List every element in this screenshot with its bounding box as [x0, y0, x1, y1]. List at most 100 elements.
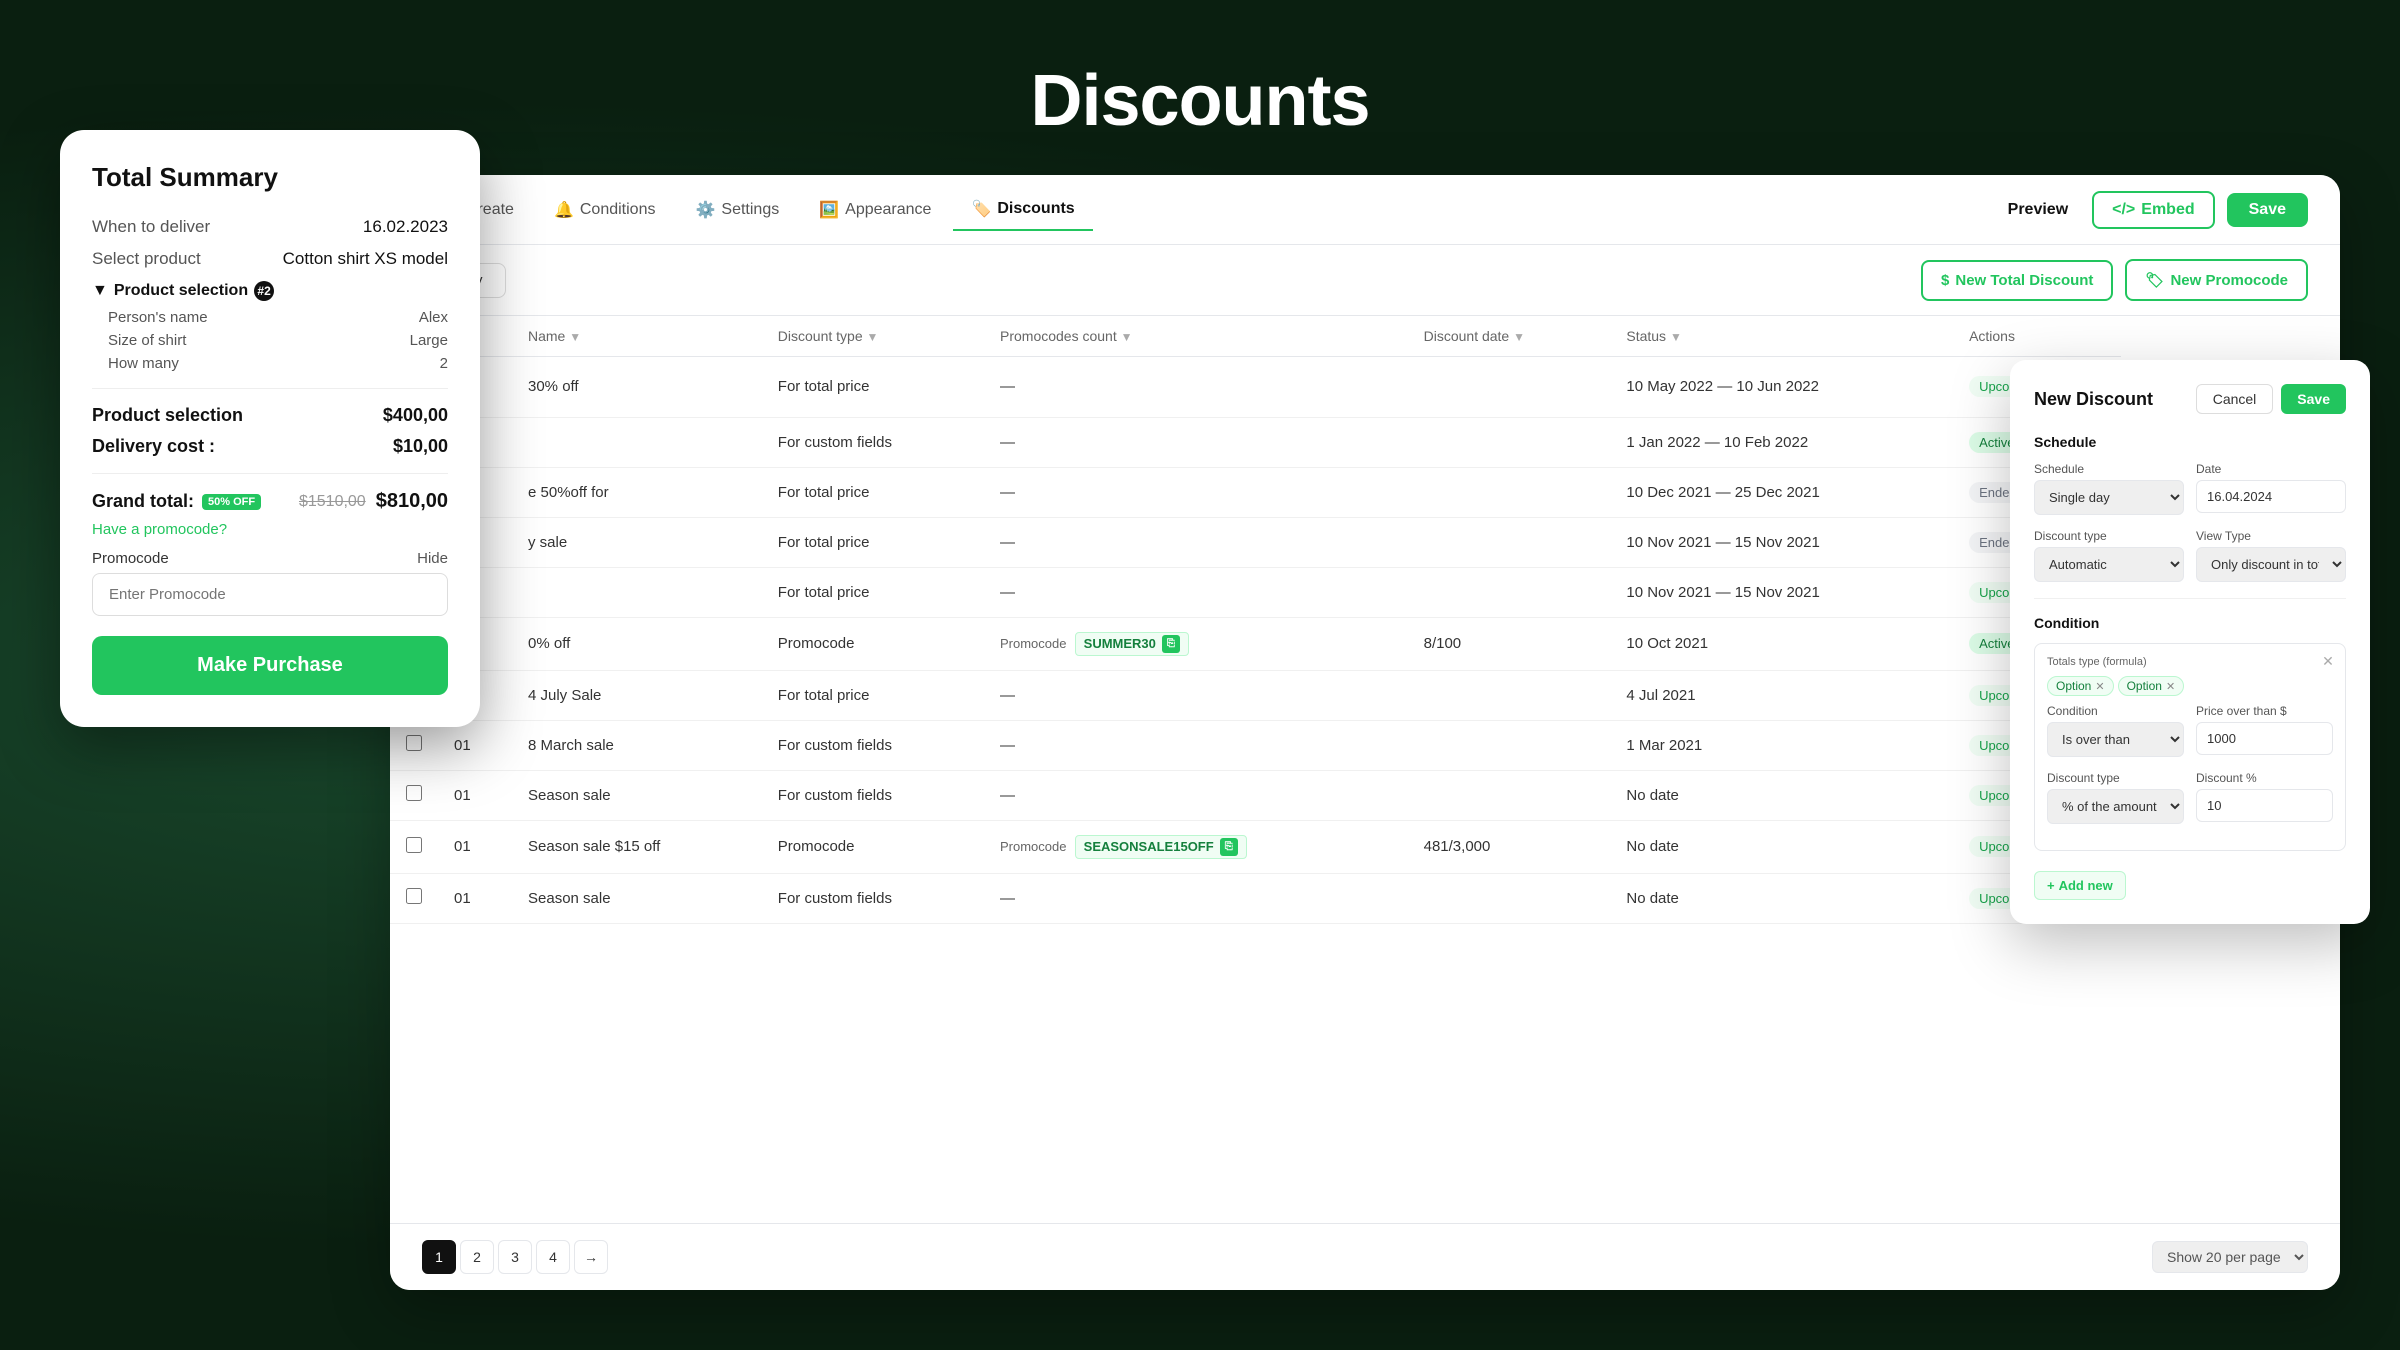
chevron-down-icon: ▼ [92, 282, 108, 300]
totals-type-label: Totals type (formula) [2047, 656, 2333, 668]
embed-button[interactable]: </> Embed [2092, 191, 2214, 229]
promo-cell: — [984, 770, 1408, 820]
schedule-label: Schedule [2034, 462, 2184, 476]
row-checkbox[interactable] [406, 837, 422, 853]
row-name: Season sale $15 off [512, 820, 762, 873]
row-date: 1 Mar 2021 [1610, 720, 1953, 770]
row-type: For custom fields [762, 720, 984, 770]
grand-total-row: Grand total: 50% OFF $1510,00 $810,00 [92, 490, 448, 513]
page-1-btn[interactable]: 1 [422, 1240, 456, 1274]
add-new-button[interactable]: + Add new [2034, 871, 2126, 900]
row-checkbox[interactable] [406, 735, 422, 751]
price-input[interactable] [2196, 722, 2333, 755]
copy-icon[interactable]: ⎘ [1162, 635, 1180, 653]
sub-label-quantity: How many [108, 355, 179, 372]
page-2-btn[interactable]: 2 [460, 1240, 494, 1274]
new-promocode-button[interactable]: 🏷 New Promocode [2125, 259, 2308, 301]
next-page-btn[interactable]: → [574, 1240, 608, 1274]
tab-settings[interactable]: ⚙️ Settings [677, 190, 797, 230]
delivery-cost-label: Delivery cost : [92, 436, 215, 457]
page-4-btn[interactable]: 4 [536, 1240, 570, 1274]
promocode-link[interactable]: Have a promocode? [92, 521, 448, 538]
row-date: 10 Dec 2021 — 25 Dec 2021 [1610, 467, 1953, 517]
modal-save-button[interactable]: Save [2281, 384, 2346, 414]
row-name: 4 July Sale [512, 670, 762, 720]
promo-cell: — [984, 670, 1408, 720]
discount-type-select[interactable]: Automatic Manual [2034, 547, 2184, 582]
sub-row-size: Size of shirt Large [92, 332, 448, 349]
promo-count-cell: 8/100 [1408, 617, 1611, 670]
sub-row-quantity: How many 2 [92, 355, 448, 372]
row-num: 01 [438, 873, 512, 923]
condition-select[interactable]: Is over than Is less than Is equal to [2047, 722, 2184, 757]
plus-icon: + [2047, 878, 2055, 893]
final-price: $810,00 [376, 490, 448, 513]
type-row: Discount type Automatic Manual View Type… [2034, 529, 2346, 582]
tab-appearance-label: Appearance [845, 201, 931, 219]
preview-button[interactable]: Preview [1988, 193, 2088, 227]
sub-value-quantity: 2 [440, 355, 448, 372]
promocode-hide-btn[interactable]: Hide [417, 550, 448, 567]
modal-cancel-button[interactable]: Cancel [2196, 384, 2274, 414]
when-to-deliver-value: 16.02.2023 [363, 217, 448, 237]
condition-close-btn[interactable]: ✕ [2319, 652, 2337, 670]
delivery-cost-row: Delivery cost : $10,00 [92, 436, 448, 457]
discount-pct-label: Discount % [2196, 771, 2333, 785]
sub-label-name: Person's name [108, 309, 208, 326]
row-name: 30% off [512, 357, 762, 418]
tab-discounts[interactable]: 🏷️ Discounts [953, 189, 1092, 231]
date-label: Date [2196, 462, 2346, 476]
discount-type2-select[interactable]: % of the amount Fixed amount [2047, 789, 2184, 824]
tab-conditions-label: Conditions [580, 201, 656, 219]
row-date: 10 Oct 2021 [1610, 617, 1953, 670]
select-product-label: Select product [92, 249, 201, 269]
new-total-discount-button[interactable]: $ New Total Discount [1921, 260, 2113, 301]
dollar-icon: $ [1941, 272, 1949, 289]
view-type-select[interactable]: Only discount in total Show full price [2196, 547, 2346, 582]
tab-conditions[interactable]: 🔔 Conditions [536, 190, 674, 230]
promo-count-cell [1408, 720, 1611, 770]
new-promocode-label: New Promocode [2170, 272, 2288, 289]
row-checkbox[interactable] [406, 785, 422, 801]
select-product-value: Cotton shirt XS model [283, 249, 448, 269]
condition-box: ✕ Totals type (formula) Option ✕ Option … [2034, 643, 2346, 851]
row-name: Season sale [512, 873, 762, 923]
row-checkbox[interactable] [406, 888, 422, 904]
schedule-select[interactable]: Single day Date range [2034, 480, 2184, 515]
when-to-deliver-row: When to deliver 16.02.2023 [92, 217, 448, 237]
row-date: No date [1610, 873, 1953, 923]
price-group: Price over than $ [2196, 704, 2333, 757]
tag-1-remove-btn[interactable]: ✕ [2095, 680, 2104, 693]
row-date: No date [1610, 770, 1953, 820]
product-price-value: $400,00 [383, 405, 448, 426]
tab-settings-label: Settings [721, 201, 779, 219]
promocode-input[interactable] [92, 573, 448, 616]
tag-2-remove-btn[interactable]: ✕ [2166, 680, 2175, 693]
copy-icon[interactable]: ⎘ [1220, 838, 1238, 856]
promo-count-cell [1408, 770, 1611, 820]
action-bar: Apply $ New Total Discount 🏷 New Promoco… [390, 245, 2340, 316]
sub-row-name: Person's name Alex [92, 309, 448, 326]
product-selection-header: ▼ Product selection #2 [92, 281, 448, 301]
row-date: 10 Nov 2021 — 15 Nov 2021 [1610, 567, 1953, 617]
make-purchase-button[interactable]: Make Purchase [92, 636, 448, 695]
page-3-btn[interactable]: 3 [498, 1240, 532, 1274]
row-type: For custom fields [762, 417, 984, 467]
row-type: For custom fields [762, 873, 984, 923]
product-num-badge: #2 [254, 281, 274, 301]
discount-pct-input[interactable] [2196, 789, 2333, 822]
save-button[interactable]: Save [2227, 193, 2308, 227]
price-label: Price over than $ [2196, 704, 2333, 718]
per-page-select[interactable]: Show 20 per page Show 50 per page [2152, 1241, 2308, 1273]
condition-section-title: Condition [2034, 615, 2346, 631]
delivery-cost-value: $10,00 [393, 436, 448, 457]
date-input[interactable] [2196, 480, 2346, 513]
page-title: Discounts [1030, 60, 1369, 142]
tag-row: Option ✕ Option ✕ [2047, 676, 2333, 696]
promo-cell: — [984, 567, 1408, 617]
schedule-section-title: Schedule [2034, 434, 2346, 450]
row-name: 0% off [512, 617, 762, 670]
tab-appearance[interactable]: 🖼️ Appearance [801, 190, 949, 230]
promo-count-cell [1408, 417, 1611, 467]
modal-divider [2034, 598, 2346, 599]
